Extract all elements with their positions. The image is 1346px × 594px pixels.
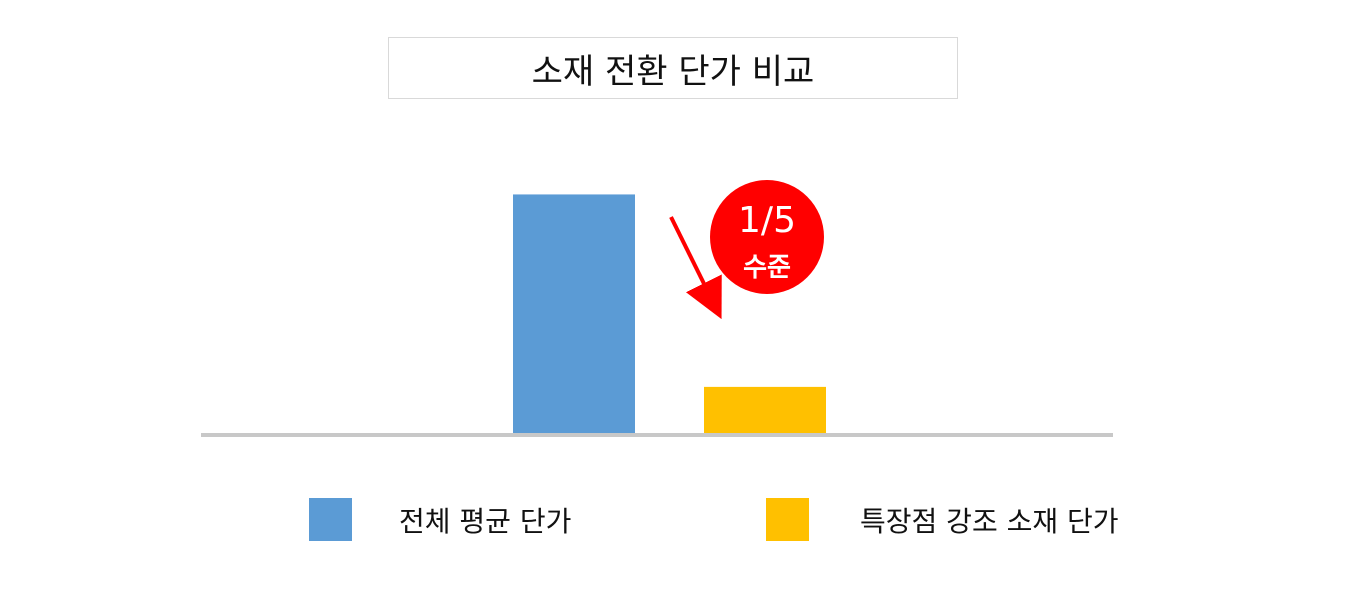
bar-chart: 1/5 수준 bbox=[201, 180, 1113, 437]
legend-item-overall-average: 전체 평균 단가 bbox=[309, 498, 571, 541]
bar-2 bbox=[704, 386, 826, 435]
bar-1 bbox=[513, 194, 635, 435]
annotation-sub-text: 수준 bbox=[743, 253, 791, 283]
legend-swatch-yellow bbox=[766, 498, 809, 541]
annotation-badge: 1/5 수준 bbox=[710, 180, 824, 294]
annotation-main-text: 1/5 bbox=[738, 200, 796, 241]
legend-label: 전체 평균 단가 bbox=[399, 504, 572, 538]
legend-label: 특장점 강조 소재 단가 bbox=[860, 504, 1119, 538]
legend-item-feature-highlight: 특장점 강조 소재 단가 bbox=[766, 498, 1119, 541]
legend-swatch-blue bbox=[309, 498, 352, 541]
